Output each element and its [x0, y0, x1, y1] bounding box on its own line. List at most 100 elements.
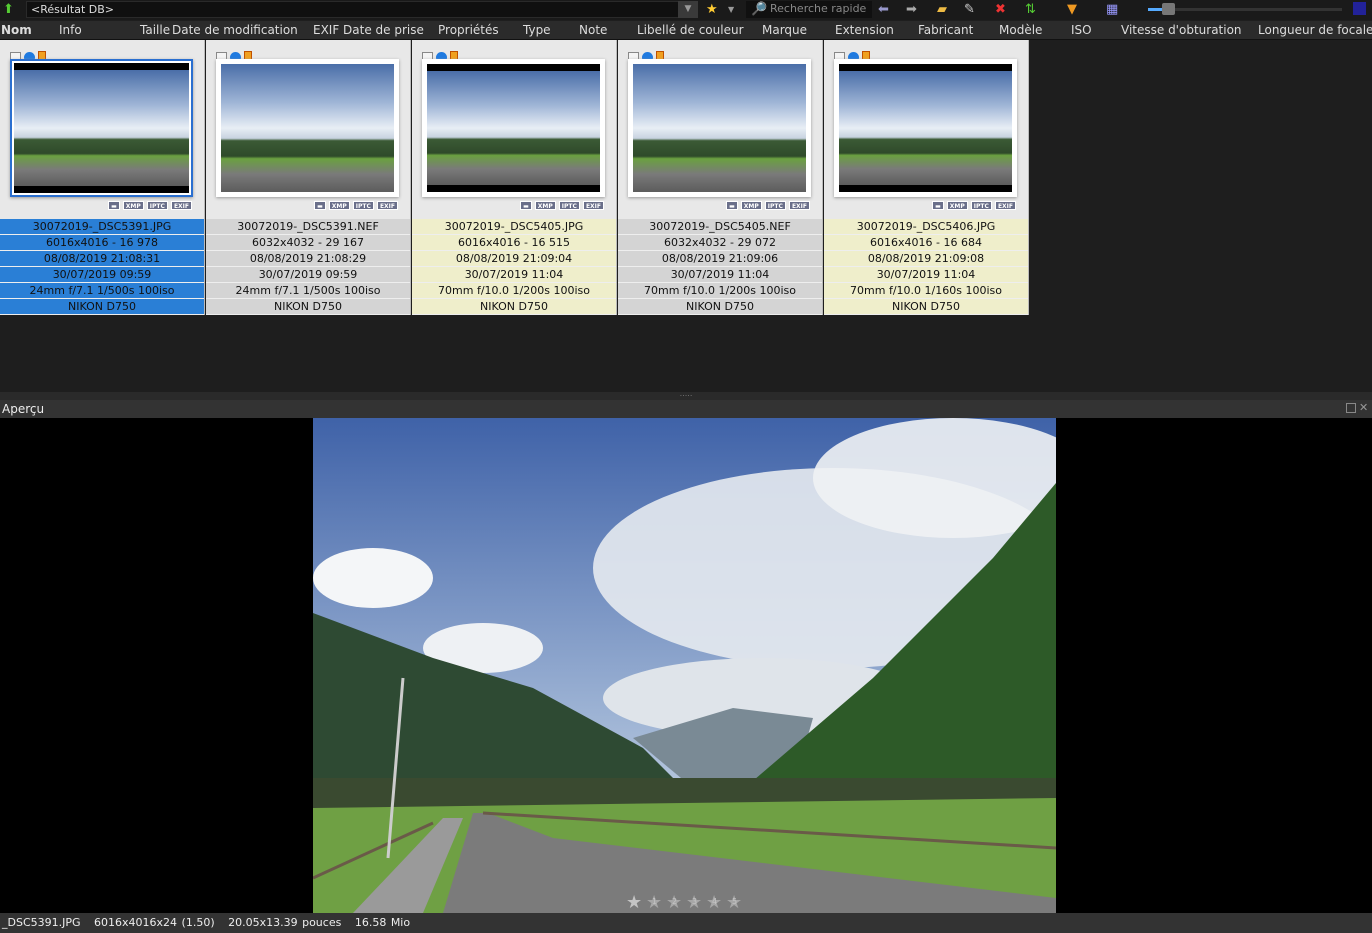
thumbnail-cell[interactable]: ▬ XMP IPTC EXIF 30072019-_DSC5405.JPG 6016x40…	[412, 40, 617, 315]
path-dropdown-button[interactable]: ▼	[678, 1, 698, 18]
exif-badge: EXIF	[376, 201, 398, 210]
column-type[interactable]: Type	[523, 23, 551, 37]
xmp-badge: XMP	[534, 201, 556, 210]
info-taken: 30/07/2019 09:59	[206, 267, 410, 283]
iptc-badge: IPTC	[764, 201, 786, 210]
delete-icon[interactable]: ✖	[995, 1, 1006, 18]
info-exif: 24mm f/7.1 1/500s 100iso	[0, 283, 204, 299]
rating-star-icon[interactable]: ★ 3	[686, 892, 702, 913]
splitter-handle[interactable]: .....	[0, 390, 1372, 400]
thumbnail-cell[interactable]: ▬ XMP IPTC EXIF 30072019-_DSC5391.NEF 6032x40…	[206, 40, 411, 315]
exif-badge: EXIF	[170, 201, 192, 210]
column-header: Nom Info Taille Date de modification EXI…	[0, 21, 1372, 40]
info-camera: NIKON D750	[824, 299, 1028, 315]
thumbnail-image	[14, 63, 189, 193]
undock-icon[interactable]	[1346, 403, 1356, 413]
thumbnail-cell[interactable]: ▬ XMP IPTC EXIF 30072019-_DSC5406.JPG 6016x40…	[824, 40, 1029, 315]
column-iso[interactable]: ISO	[1071, 23, 1092, 37]
column-marque[interactable]: Marque	[762, 23, 807, 37]
thumbnail-size-slider[interactable]	[1148, 8, 1342, 11]
thumbnail-cell[interactable]: ▬ XMP IPTC EXIF 30072019-_DSC5391.JPG 6016x40…	[0, 40, 205, 315]
info-dims: 6032x4032 - 29 072	[618, 235, 822, 251]
status-bar: _DSC5391.JPG 6016x4016x24 (1.50) 20.05x1…	[0, 913, 1372, 933]
status-dimensions: 6016x4016x24 (1.50)	[94, 916, 215, 929]
close-icon[interactable]: ✕	[1359, 401, 1368, 414]
rating-star-icon[interactable]: ★ 4	[706, 892, 722, 913]
preview-pane: ★ ★ 1 ★ 2 ★ 3 ★ 4 ★ 5	[0, 418, 1372, 913]
info-camera: NIKON D750	[0, 299, 204, 315]
thumbnail[interactable]	[628, 59, 811, 197]
panel-icon[interactable]	[1353, 2, 1366, 15]
path-field[interactable]: <Résultat DB>	[26, 1, 698, 18]
exif-badge: EXIF	[994, 201, 1016, 210]
clear-rating-star-icon[interactable]: ★	[626, 892, 642, 913]
exif-badge: EXIF	[582, 201, 604, 210]
column-note[interactable]: Note	[579, 23, 607, 37]
xmp-badge: XMP	[946, 201, 968, 210]
new-folder-icon[interactable]: ▰	[937, 1, 947, 18]
info-taken: 30/07/2019 11:04	[824, 267, 1028, 283]
info-dims: 6016x4016 - 16 684	[824, 235, 1028, 251]
file-type-badge: ▬	[520, 201, 532, 210]
thumbnail[interactable]	[422, 59, 605, 197]
column-nom[interactable]: Nom	[1, 23, 32, 37]
info-modified: 08/08/2019 21:08:31	[0, 251, 204, 267]
column-libelle[interactable]: Libellé de couleur	[637, 23, 744, 37]
thumbnail-image	[221, 64, 394, 192]
exif-badge: EXIF	[788, 201, 810, 210]
column-info[interactable]: Info	[59, 23, 82, 37]
thumbnail-cell[interactable]: ▬ XMP IPTC EXIF 30072019-_DSC5405.NEF 6032x40…	[618, 40, 823, 315]
back-icon[interactable]: ⬅	[878, 1, 889, 18]
status-file-size: 16.58 Mio	[354, 916, 411, 929]
preview-title: Aperçu	[2, 402, 45, 416]
rating-star-icon[interactable]: ★ 1	[646, 892, 662, 913]
info-modified: 08/08/2019 21:09:06	[618, 251, 822, 267]
preview-header: ✕	[0, 400, 1372, 418]
xmp-badge: XMP	[740, 201, 762, 210]
file-type-badge: ▬	[932, 201, 944, 210]
status-filename: _DSC5391.JPG	[2, 916, 81, 929]
column-fabricant[interactable]: Fabricant	[918, 23, 973, 37]
file-type-badge: ▬	[108, 201, 120, 210]
thumbnail[interactable]	[834, 59, 1017, 197]
info-name: 30072019-_DSC5391.JPG	[0, 219, 204, 235]
column-extension[interactable]: Extension	[835, 23, 894, 37]
column-date-modification[interactable]: Date de modification	[172, 23, 298, 37]
info-exif: 24mm f/7.1 1/500s 100iso	[206, 283, 410, 299]
column-modele[interactable]: Modèle	[999, 23, 1042, 37]
star-filter-icon[interactable]: ★	[706, 1, 718, 18]
xmp-badge: XMP	[328, 201, 350, 210]
info-name: 30072019-_DSC5405.JPG	[412, 219, 616, 235]
info-name: 30072019-_DSC5391.NEF	[206, 219, 410, 235]
column-vitesse[interactable]: Vitesse d'obturation	[1121, 23, 1242, 37]
info-dims: 6016x4016 - 16 978	[0, 235, 204, 251]
up-folder-icon[interactable]: ⬆	[3, 1, 14, 18]
search-icon: 🔎	[751, 2, 768, 17]
info-name: 30072019-_DSC5406.JPG	[824, 219, 1028, 235]
slider-handle[interactable]	[1162, 3, 1175, 15]
forward-icon[interactable]: ➡	[906, 1, 917, 18]
thumbnail[interactable]	[216, 59, 399, 197]
thumbnail[interactable]	[10, 59, 193, 197]
info-modified: 08/08/2019 21:08:29	[206, 251, 410, 267]
column-taille[interactable]: Taille	[140, 23, 170, 37]
sort-icon[interactable]: ⇅	[1025, 1, 1036, 18]
info-modified: 08/08/2019 21:09:04	[412, 251, 616, 267]
column-exif-date[interactable]: EXIF Date de prise	[313, 23, 424, 37]
thumbnail-image	[427, 64, 600, 192]
rating-star-icon[interactable]: ★ 2	[666, 892, 682, 913]
rating-star-icon[interactable]: ★ 5	[726, 892, 742, 913]
iptc-badge: IPTC	[146, 201, 168, 210]
toolbar: ⬆ <Résultat DB> ▼ ★ ▼ Recherche rapide 🔎…	[0, 0, 1372, 20]
filter-icon[interactable]: ▼	[1067, 1, 1077, 18]
info-camera: NIKON D750	[412, 299, 616, 315]
info-modified: 08/08/2019 21:09:08	[824, 251, 1028, 267]
view-mode-icon[interactable]: ▦	[1106, 1, 1118, 18]
info-dims: 6016x4016 - 16 515	[412, 235, 616, 251]
chevron-down-icon[interactable]: ▼	[728, 1, 734, 18]
file-type-badge: ▬	[726, 201, 738, 210]
info-camera: NIKON D750	[206, 299, 410, 315]
column-proprietes[interactable]: Propriétés	[438, 23, 499, 37]
rename-icon[interactable]: ✎	[964, 1, 975, 18]
column-longueur[interactable]: Longueur de focale	[1258, 23, 1372, 37]
